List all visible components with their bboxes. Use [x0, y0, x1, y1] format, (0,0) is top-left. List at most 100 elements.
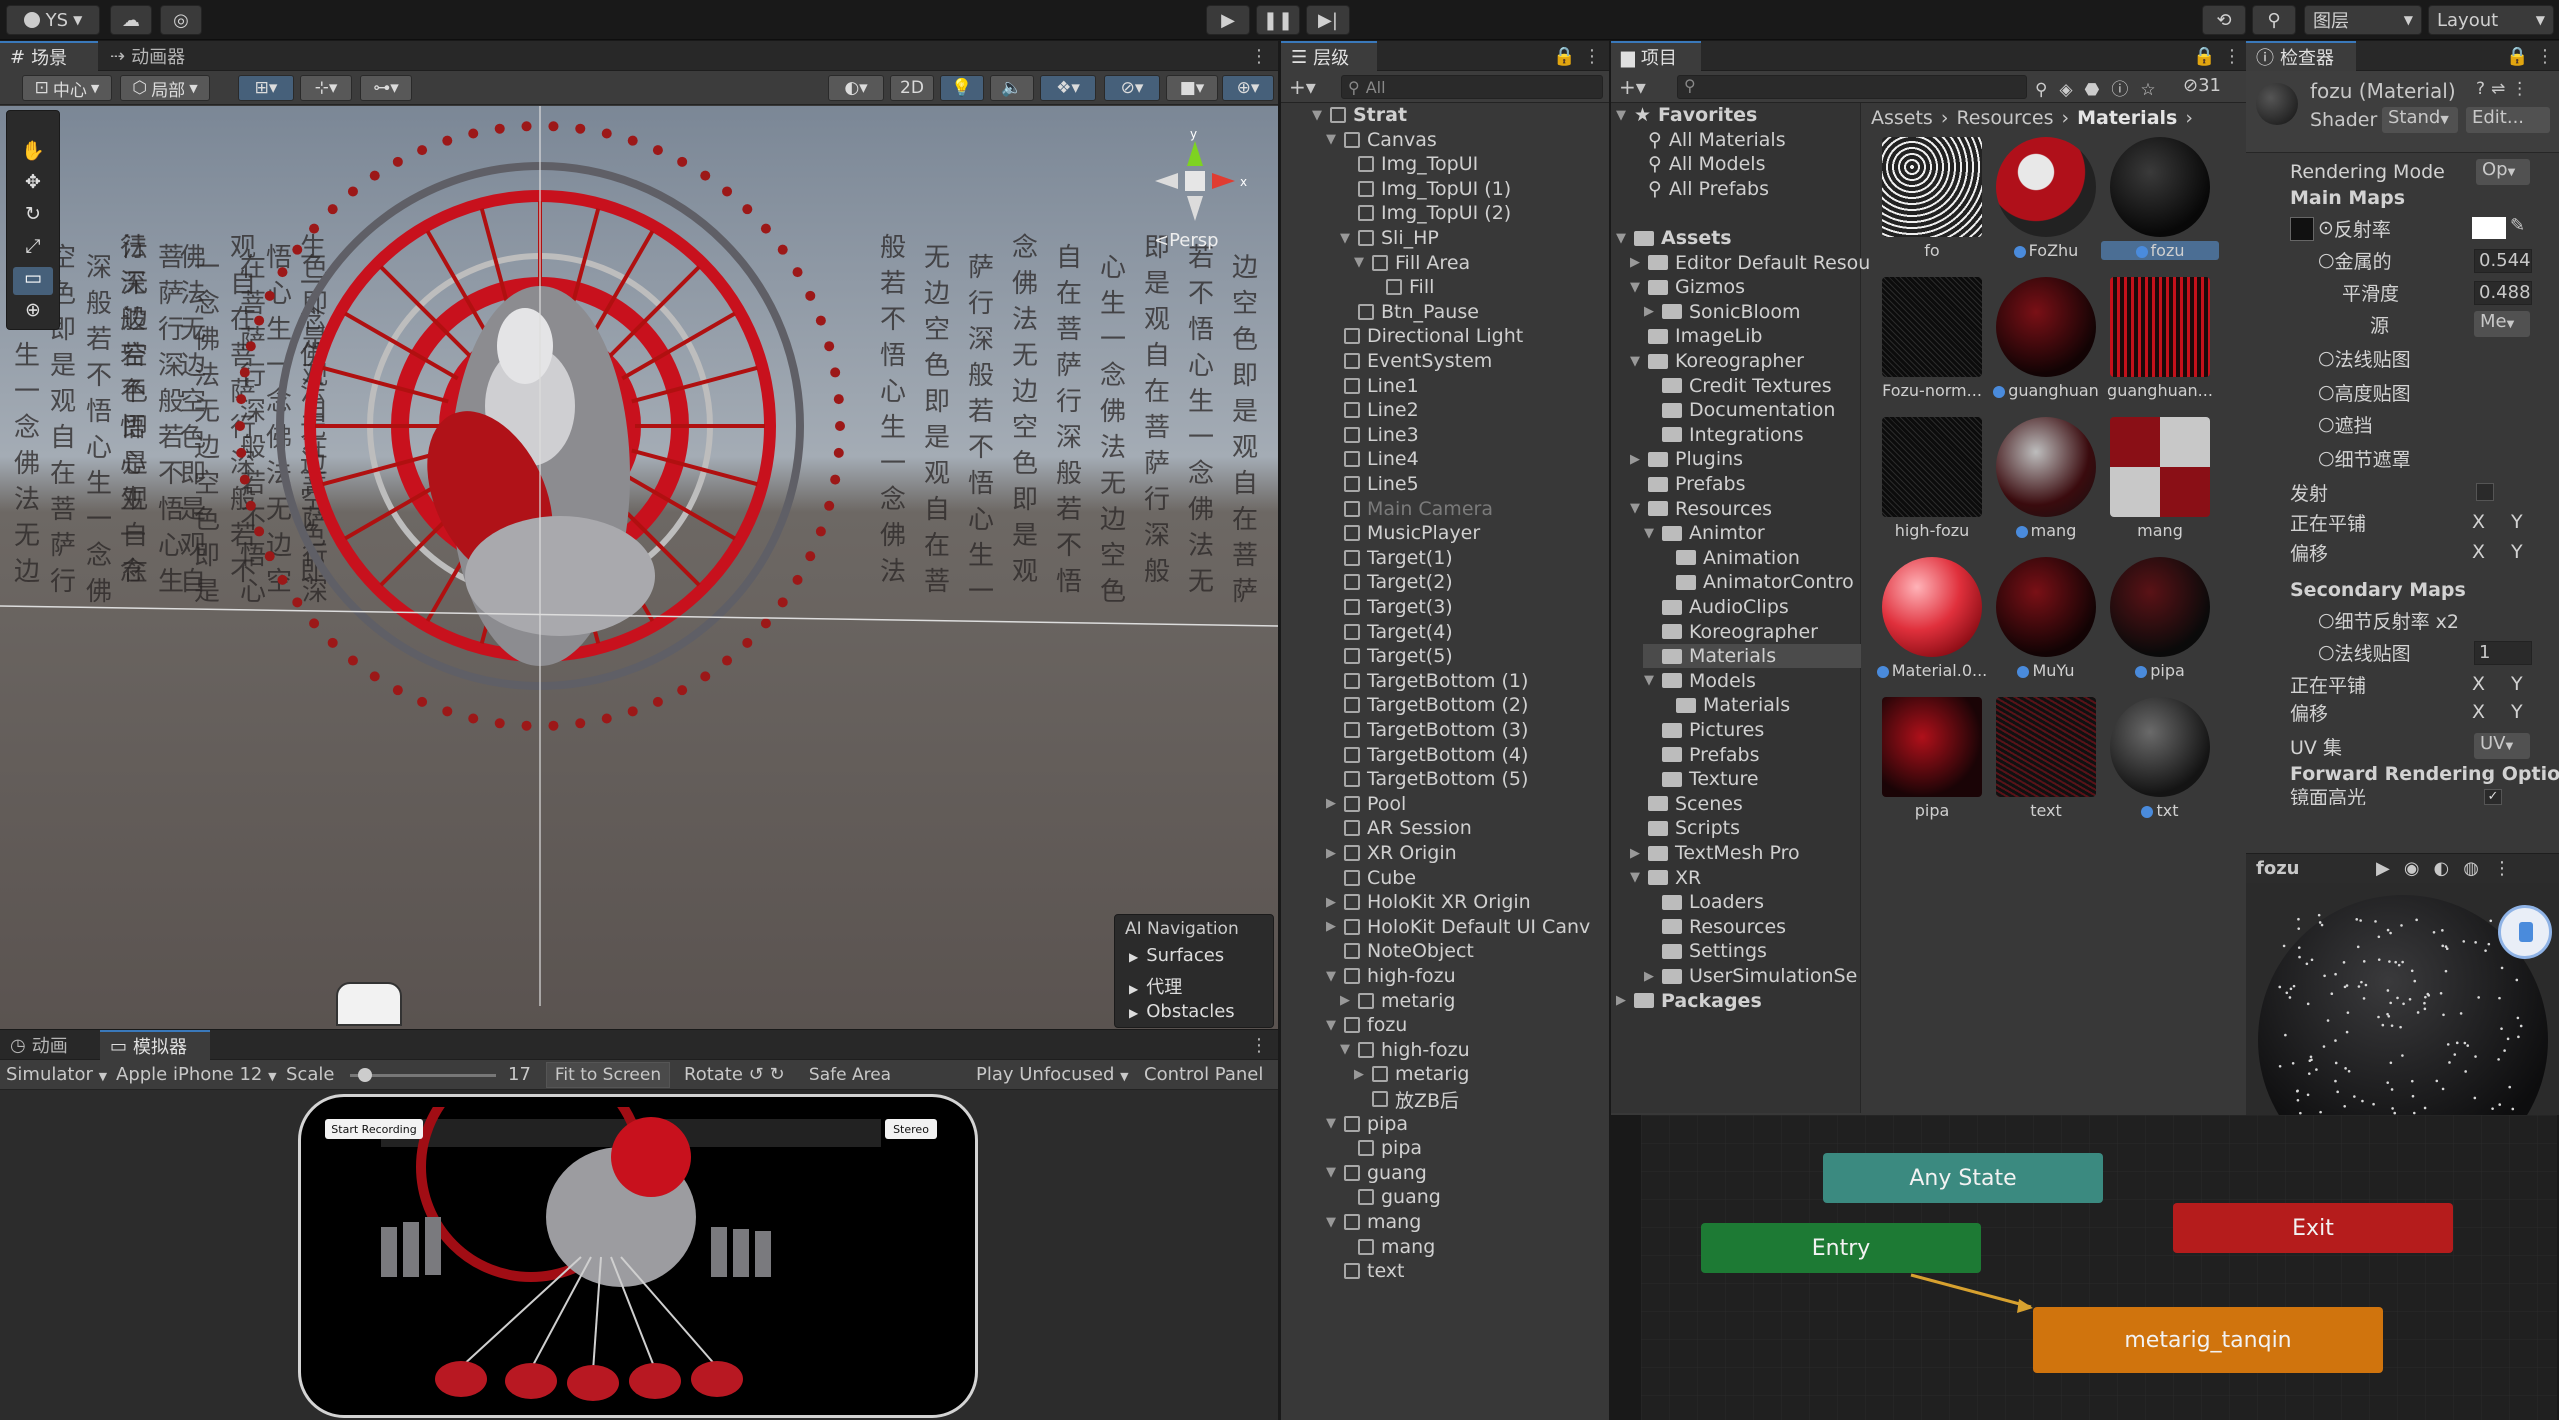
project-tree-item[interactable]: ▼ Gizmos — [1629, 275, 1745, 299]
hierarchy-item[interactable]: Target(3) — [1325, 595, 1453, 619]
history-button[interactable]: ⟲ — [2202, 5, 2246, 35]
hierarchy-item[interactable]: ▼ Canvas — [1325, 128, 1437, 152]
hierarchy-item[interactable]: ▶ Pool — [1325, 792, 1406, 816]
overlay-item-surfaces[interactable]: ▶ Surfaces — [1129, 945, 1224, 966]
project-tree-item[interactable]: Loaders — [1643, 890, 1764, 914]
hierarchy-item[interactable]: TargetBottom (2) — [1325, 693, 1528, 717]
scene-menu-button[interactable]: ⋮ — [1240, 41, 1270, 71]
scene-viewport[interactable]: 不悟心生一念佛法无边空色即是观自在菩萨行深般若不悟心生一念佛法无边空色即是观自在… — [0, 106, 1278, 1029]
chevron-right-icon[interactable]: ▶ — [1615, 993, 1627, 1008]
project-tree-item[interactable]: AudioClips — [1643, 595, 1789, 619]
asset-item[interactable]: mang — [2101, 415, 2219, 551]
pause-button[interactable]: ❚❚ — [1256, 5, 1300, 35]
project-tree-item[interactable]: ⚲ All Models — [1629, 152, 1765, 176]
eyedropper-icon[interactable]: ✎ — [2510, 215, 2525, 236]
chevron-down-icon[interactable]: ▼ — [1643, 673, 1655, 688]
tiling2-xy[interactable]: XY — [2472, 671, 2523, 697]
hierarchy-item[interactable]: EventSystem — [1325, 349, 1492, 373]
stereo-button[interactable]: Stereo — [885, 1119, 937, 1139]
chevron-down-icon[interactable]: ▼ — [1615, 231, 1627, 246]
hierarchy-item[interactable]: ▶ metarig — [1353, 1062, 1469, 1086]
project-tree-item[interactable]: ▶ Plugins — [1629, 447, 1743, 471]
hierarchy-item[interactable]: Target(1) — [1325, 546, 1453, 570]
hierarchy-item[interactable]: Line3 — [1325, 423, 1419, 447]
chevron-right-icon[interactable]: ▶ — [1339, 993, 1351, 1008]
control-panel-button[interactable]: Control Panel — [1144, 1064, 1263, 1085]
transform-tool-icon[interactable]: ⊕ — [13, 299, 53, 327]
asset-item[interactable]: fo — [1873, 135, 1991, 271]
entry-node[interactable]: Entry — [1701, 1223, 1981, 1273]
chevron-right-icon[interactable]: ▶ — [1325, 846, 1337, 861]
chevron-down-icon[interactable]: ▼ — [1629, 354, 1641, 369]
project-tree-item[interactable]: ▼ Animtor — [1643, 521, 1765, 545]
project-tree-item[interactable]: Scenes — [1629, 792, 1743, 816]
project-tree-item[interactable]: Texture — [1643, 767, 1759, 791]
rotate-button[interactable]: Rotate ↺ ↻ — [684, 1064, 785, 1085]
project-tree-item[interactable]: ▶ SonicBloom — [1643, 300, 1801, 324]
hierarchy-item[interactable]: ▼ high-fozu — [1325, 964, 1456, 988]
chevron-down-icon[interactable]: ▼ — [1643, 526, 1655, 541]
chevron-right-icon[interactable]: ▶ — [1325, 895, 1337, 910]
detail-normal-scale-field[interactable]: 1 — [2474, 641, 2532, 665]
project-tree-item[interactable]: Pictures — [1643, 718, 1764, 742]
project-tree-item[interactable]: ▶ Editor Default Resou — [1629, 251, 1870, 275]
project-tree-item[interactable]: Koreographer — [1643, 620, 1818, 644]
move-tool-icon[interactable]: ✥ — [13, 171, 53, 199]
project-tree-item[interactable] — [1615, 201, 1634, 225]
project-tree-item[interactable]: Prefabs — [1629, 472, 1746, 496]
2d-toggle[interactable]: 2D — [890, 75, 934, 101]
tab-simulator[interactable]: ▭ 模拟器 — [100, 1030, 210, 1060]
hierarchy-item[interactable]: ▼ Sli_HP — [1339, 226, 1439, 250]
create-asset-button[interactable]: +▾ — [1619, 75, 1646, 99]
scale-slider[interactable] — [350, 1068, 496, 1082]
hierarchy-item[interactable]: Target(5) — [1325, 644, 1453, 668]
chevron-down-icon[interactable]: ▼ — [1339, 231, 1351, 246]
visibility-dropdown[interactable]: ⊘▾ — [1104, 75, 1160, 101]
shader-dropdown[interactable]: Stand▼ — [2382, 107, 2458, 133]
lock-button[interactable]: 🔒 — [2496, 41, 2528, 71]
chevron-down-icon[interactable]: ▼ — [1353, 255, 1365, 270]
rect-tool-icon[interactable]: ▭ — [13, 267, 53, 295]
hierarchy-item[interactable]: ▼ high-fozu — [1339, 1038, 1470, 1062]
project-tree-item[interactable]: ▼ XR — [1629, 866, 1701, 890]
hierarchy-item[interactable]: TargetBottom (3) — [1325, 718, 1528, 742]
lock-button[interactable]: 🔒 — [1543, 41, 1575, 71]
hierarchy-item[interactable]: AR Session — [1325, 816, 1472, 840]
asset-item[interactable]: pipa — [1873, 695, 1991, 831]
grid-snap-button[interactable]: ⊞▾ — [238, 75, 294, 101]
tab-inspector[interactable]: ⓘ 检查器 — [2246, 41, 2356, 71]
hierarchy-item[interactable]: MusicPlayer — [1325, 521, 1480, 545]
hierarchy-item[interactable]: ▼ Strat — [1311, 103, 1407, 127]
chevron-down-icon[interactable]: ▼ — [1629, 280, 1641, 295]
hierarchy-item[interactable]: Line4 — [1325, 447, 1419, 471]
device-dropdown[interactable]: Apple iPhone 12 ▼ — [116, 1064, 277, 1085]
emission-checkbox[interactable] — [2476, 483, 2494, 501]
any-state-node[interactable]: Any State — [1823, 1153, 2103, 1203]
project-menu-button[interactable]: ⋮ — [2213, 41, 2243, 71]
layout-dropdown[interactable]: Layout ▼ — [2428, 5, 2554, 35]
project-tree-item[interactable]: ▼ Assets — [1615, 226, 1732, 250]
project-tree-item[interactable]: ▶ TextMesh Pro — [1629, 841, 1800, 865]
asset-item[interactable]: Fozu-norm... — [1873, 275, 1991, 411]
start-recording-button[interactable]: Start Recording — [325, 1119, 423, 1139]
overlay-item-agent[interactable]: ▶ 代理 — [1129, 973, 1182, 999]
chevron-right-icon[interactable]: ▶ — [1643, 304, 1655, 319]
hidden-packages-count[interactable]: ⊘31 — [2183, 75, 2221, 96]
rotate-tool-icon[interactable]: ↻ — [13, 203, 53, 231]
play-button[interactable]: ▶ — [1206, 5, 1250, 35]
asset-item[interactable]: guanghuan... — [2101, 275, 2219, 411]
inspector-menu-button[interactable]: ⋮ — [2526, 41, 2556, 71]
play-mode-dropdown[interactable]: Play Unfocused ▼ — [976, 1064, 1129, 1085]
project-tree-item[interactable]: AnimatorContro — [1657, 570, 1854, 594]
account-dropdown[interactable]: YS ▼ — [6, 5, 100, 35]
simulator-dropdown[interactable]: Simulator ▼ — [6, 1064, 107, 1085]
asset-item[interactable]: Material.0... — [1873, 555, 1991, 691]
hierarchy-item[interactable]: Cube — [1325, 866, 1416, 890]
project-tree-item[interactable]: Scripts — [1629, 816, 1740, 840]
orientation-gizmo[interactable]: y x <Persp — [1140, 126, 1260, 256]
chevron-down-icon[interactable]: ▼ — [1629, 501, 1641, 516]
hierarchy-item[interactable]: Img_TopUI (1) — [1339, 177, 1511, 201]
chevron-right-icon[interactable]: ▶ — [1629, 452, 1641, 467]
project-tree-item[interactable]: ▼ ★ Favorites — [1615, 103, 1757, 127]
hierarchy-item[interactable]: guang — [1339, 1185, 1441, 1209]
